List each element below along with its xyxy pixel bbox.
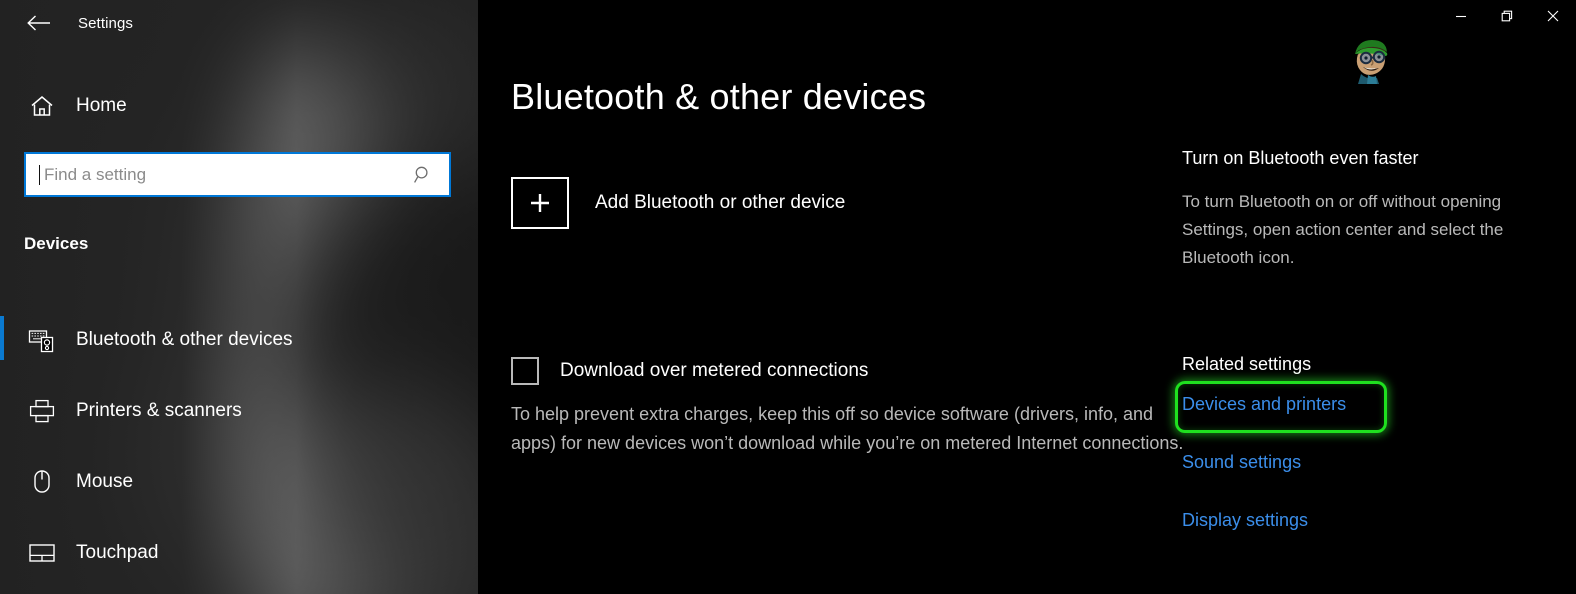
page-title: Bluetooth & other devices — [511, 76, 927, 117]
devices-icon — [20, 327, 64, 353]
home-icon — [20, 95, 64, 117]
metered-connections-description: To help prevent extra charges, keep this… — [511, 404, 1184, 453]
metered-connections-checkbox[interactable] — [511, 357, 539, 385]
maximize-button[interactable] — [1484, 0, 1530, 32]
search-box[interactable] — [24, 152, 451, 197]
mouse-icon — [20, 469, 64, 495]
sidebar-item-bluetooth-and-other-devices[interactable]: Bluetooth & other devices — [0, 304, 478, 375]
close-icon — [1547, 10, 1559, 22]
main-content: Bluetooth & other devices Add Bluetooth … — [478, 0, 1576, 594]
metered-connections-checkbox-row[interactable]: Download over metered connections — [511, 357, 868, 385]
selection-indicator — [0, 316, 4, 360]
sidebar-item-label: Touchpad — [76, 541, 159, 563]
sidebar-item-mouse[interactable]: Mouse — [0, 446, 478, 517]
add-bluetooth-device-button[interactable]: Add Bluetooth or other device — [511, 177, 845, 229]
minimize-icon — [1456, 15, 1466, 18]
search-icon[interactable] — [413, 165, 433, 185]
user-avatar-icon — [1344, 30, 1398, 84]
text-caret — [39, 164, 40, 185]
sidebar-item-printers-and-scanners[interactable]: Printers & scanners — [0, 375, 478, 446]
settings-window: Settings Home Find a setting Devices Blu… — [0, 0, 1576, 594]
close-button[interactable] — [1530, 0, 1576, 32]
metered-connections-label: Download over metered connections — [560, 360, 869, 381]
printer-icon — [20, 399, 64, 423]
search-input[interactable] — [44, 164, 413, 185]
sidebar: Settings Home Find a setting Devices Blu… — [0, 0, 478, 594]
window-title: Settings — [78, 14, 133, 32]
tip-body: To turn Bluetooth on or off without open… — [1182, 192, 1504, 267]
sidebar-item-label: Mouse — [76, 470, 134, 492]
titlebar-left: Settings — [0, 0, 478, 46]
maximize-restore-icon — [1501, 10, 1513, 22]
sidebar-item-touchpad[interactable]: Touchpad — [0, 517, 478, 588]
back-arrow-icon — [27, 15, 50, 31]
link-display-settings[interactable]: Display settings — [1182, 510, 1308, 531]
tip-title: Turn on Bluetooth even faster — [1182, 148, 1419, 168]
sidebar-item-label-home: Home — [76, 95, 127, 116]
sidebar-item-label: Printers & scanners — [76, 399, 242, 421]
plus-icon — [511, 177, 569, 229]
sidebar-item-home[interactable]: Home — [0, 85, 478, 127]
link-devices-and-printers[interactable]: Devices and printers — [1182, 394, 1346, 415]
sidebar-item-label: Bluetooth & other devices — [76, 328, 293, 350]
link-sound-settings[interactable]: Sound settings — [1182, 452, 1301, 473]
window-controls — [1438, 0, 1576, 32]
minimize-button[interactable] — [1438, 0, 1484, 32]
sidebar-nav: Bluetooth & other devices Printers & sca… — [0, 304, 478, 588]
related-settings-title: Related settings — [1182, 354, 1312, 374]
touchpad-icon — [20, 542, 64, 564]
sidebar-group-title: Devices — [24, 234, 89, 253]
add-device-label: Add Bluetooth or other device — [595, 192, 846, 213]
back-button[interactable] — [16, 7, 62, 39]
